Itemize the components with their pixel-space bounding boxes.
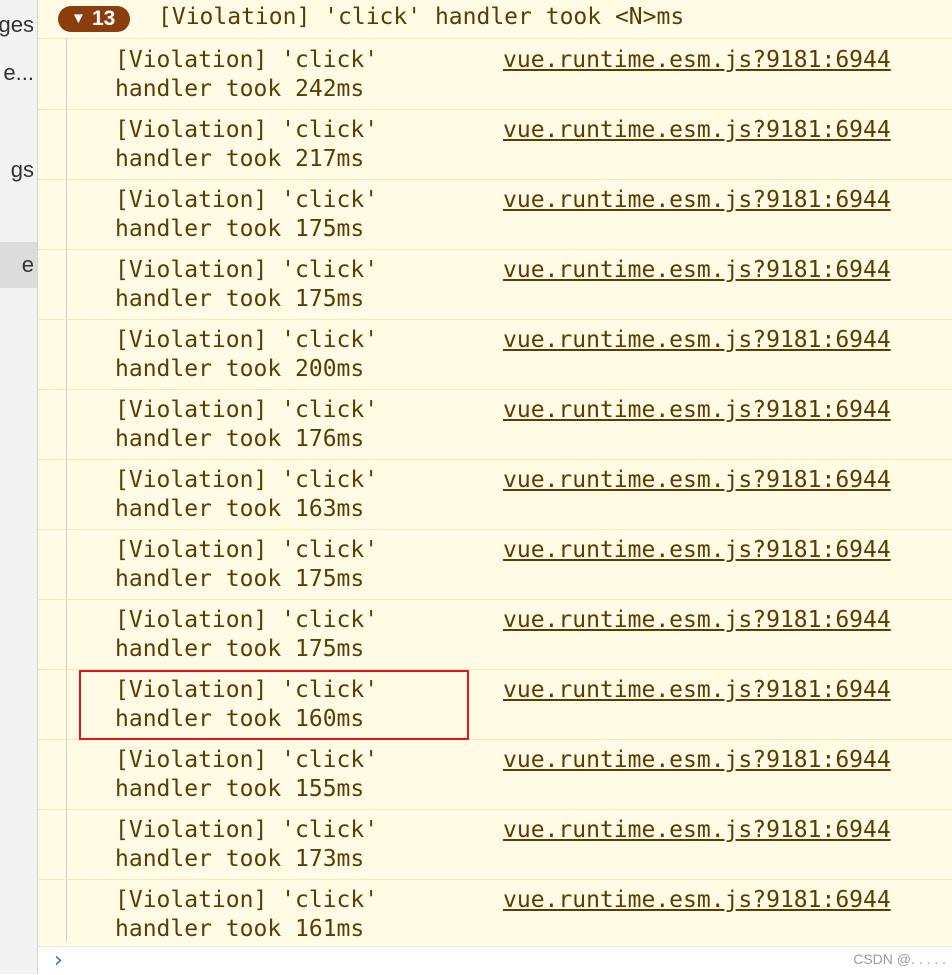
message-text: [Violation] 'click' handler took 163ms (115, 466, 378, 524)
console-group-header[interactable]: ▼ 13 [Violation] 'click' handler took <N… (38, 0, 952, 39)
source-link[interactable]: vue.runtime.esm.js?9181:6944 (503, 886, 891, 915)
sidebar-item-label: e (21, 252, 34, 277)
message-line-1: [Violation] 'click' (115, 747, 379, 773)
message-text: [Violation] 'click' handler took 200ms (115, 326, 378, 384)
message-line-1: [Violation] 'click' (115, 887, 379, 913)
source-link[interactable]: vue.runtime.esm.js?9181:6944 (503, 746, 891, 775)
source-link[interactable]: vue.runtime.esm.js?9181:6944 (503, 186, 891, 215)
source-link[interactable]: vue.runtime.esm.js?9181:6944 (503, 816, 891, 845)
message-text: [Violation] 'click' handler took 155ms (115, 746, 378, 804)
console-message-row[interactable]: [Violation] 'click' handler took 242ms vue… (38, 40, 952, 110)
message-text: [Violation] 'click' handler took 160ms (115, 676, 378, 734)
message-line-1: [Violation] 'click' (115, 817, 379, 843)
devtools-sidebar: ges e... gs e (0, 0, 38, 974)
message-line-1: [Violation] 'click' (115, 397, 379, 423)
message-text: [Violation] 'click' handler took 217ms (115, 116, 378, 174)
message-line-2: handler took 161ms (115, 916, 365, 942)
console-prompt[interactable]: › CSDN @. . . . . (38, 946, 952, 975)
source-link[interactable]: vue.runtime.esm.js?9181:6944 (503, 606, 891, 635)
console-message-row[interactable]: [Violation] 'click' handler took 175ms vue… (38, 600, 952, 670)
message-list: [Violation] 'click' handler took 242ms vue… (38, 40, 952, 950)
message-text: [Violation] 'click' handler took 242ms (115, 46, 378, 104)
repeat-count-badge[interactable]: ▼ 13 (58, 6, 130, 32)
message-line-1: [Violation] 'click' (115, 327, 379, 353)
sidebar-item-label: gs (10, 157, 34, 182)
sidebar-item-0[interactable]: ges (0, 2, 34, 48)
message-line-2: handler took 155ms (115, 776, 365, 802)
console-message-row[interactable]: [Violation] 'click' handler took 161ms vue… (38, 880, 952, 950)
message-text: [Violation] 'click' handler took 175ms (115, 256, 378, 314)
expand-triangle-icon[interactable]: ▼ (71, 6, 86, 32)
message-line-1: [Violation] 'click' (115, 187, 379, 213)
console-message-row[interactable]: [Violation] 'click' handler took 175ms vue… (38, 180, 952, 250)
watermark: CSDN @. . . . . (853, 951, 946, 967)
message-text: [Violation] 'click' handler took 175ms (115, 186, 378, 244)
sidebar-item-3[interactable]: e (0, 242, 37, 288)
sidebar-item-1[interactable]: e... (3, 50, 34, 96)
console-messages: ▼ 13 [Violation] 'click' handler took <N… (38, 0, 952, 950)
message-line-2: handler took 173ms (115, 846, 365, 872)
message-line-1: [Violation] 'click' (115, 47, 379, 73)
message-text: [Violation] 'click' handler took 175ms (115, 536, 378, 594)
source-link[interactable]: vue.runtime.esm.js?9181:6944 (503, 256, 891, 285)
source-link[interactable]: vue.runtime.esm.js?9181:6944 (503, 466, 891, 495)
console-message-row[interactable]: [Violation] 'click' handler took 200ms vue… (38, 320, 952, 390)
source-link[interactable]: vue.runtime.esm.js?9181:6944 (503, 326, 891, 355)
message-line-2: handler took 175ms (115, 216, 365, 242)
sidebar-item-label: ges (0, 12, 34, 37)
console-message-row[interactable]: [Violation] 'click' handler took 155ms vue… (38, 740, 952, 810)
message-line-1: [Violation] 'click' (115, 117, 379, 143)
message-line-1: [Violation] 'click' (115, 257, 379, 283)
source-link[interactable]: vue.runtime.esm.js?9181:6944 (503, 536, 891, 565)
message-line-2: handler took 175ms (115, 566, 365, 592)
group-count: 13 (92, 7, 116, 30)
message-line-2: handler took 175ms (115, 286, 365, 312)
message-line-1: [Violation] 'click' (115, 677, 379, 703)
group-title: [Violation] 'click' handler took <N>ms (158, 4, 685, 30)
message-line-2: handler took 217ms (115, 146, 365, 172)
sidebar-item-label: e... (3, 60, 34, 85)
message-line-1: [Violation] 'click' (115, 467, 379, 493)
source-link[interactable]: vue.runtime.esm.js?9181:6944 (503, 396, 891, 425)
source-link[interactable]: vue.runtime.esm.js?9181:6944 (503, 676, 891, 705)
message-line-2: handler took 242ms (115, 76, 365, 102)
message-text: [Violation] 'click' handler took 176ms (115, 396, 378, 454)
console-message-row[interactable]: [Violation] 'click' handler took 175ms vue… (38, 530, 952, 600)
prompt-chevron-icon: › (54, 948, 63, 973)
source-link[interactable]: vue.runtime.esm.js?9181:6944 (503, 46, 891, 75)
message-text: [Violation] 'click' handler took 173ms (115, 816, 378, 874)
message-line-1: [Violation] 'click' (115, 537, 379, 563)
message-line-2: handler took 160ms (115, 706, 365, 732)
source-link[interactable]: vue.runtime.esm.js?9181:6944 (503, 116, 891, 145)
message-text: [Violation] 'click' handler took 175ms (115, 606, 378, 664)
console-message-row[interactable]: [Violation] 'click' handler took 173ms vue… (38, 810, 952, 880)
console-message-row[interactable]: [Violation] 'click' handler took 217ms vue… (38, 110, 952, 180)
console-message-row[interactable]: [Violation] 'click' handler took 163ms vue… (38, 460, 952, 530)
message-line-1: [Violation] 'click' (115, 607, 379, 633)
message-line-2: handler took 175ms (115, 636, 365, 662)
message-line-2: handler took 200ms (115, 356, 365, 382)
console-message-row[interactable]: [Violation] 'click' handler took 160ms vue… (38, 670, 952, 740)
message-text: [Violation] 'click' handler took 161ms (115, 886, 378, 944)
console-message-row[interactable]: [Violation] 'click' handler took 176ms vue… (38, 390, 952, 460)
message-line-2: handler took 176ms (115, 426, 365, 452)
console-message-row[interactable]: [Violation] 'click' handler took 175ms vue… (38, 250, 952, 320)
sidebar-item-2[interactable]: gs (11, 147, 34, 193)
message-line-2: handler took 163ms (115, 496, 365, 522)
